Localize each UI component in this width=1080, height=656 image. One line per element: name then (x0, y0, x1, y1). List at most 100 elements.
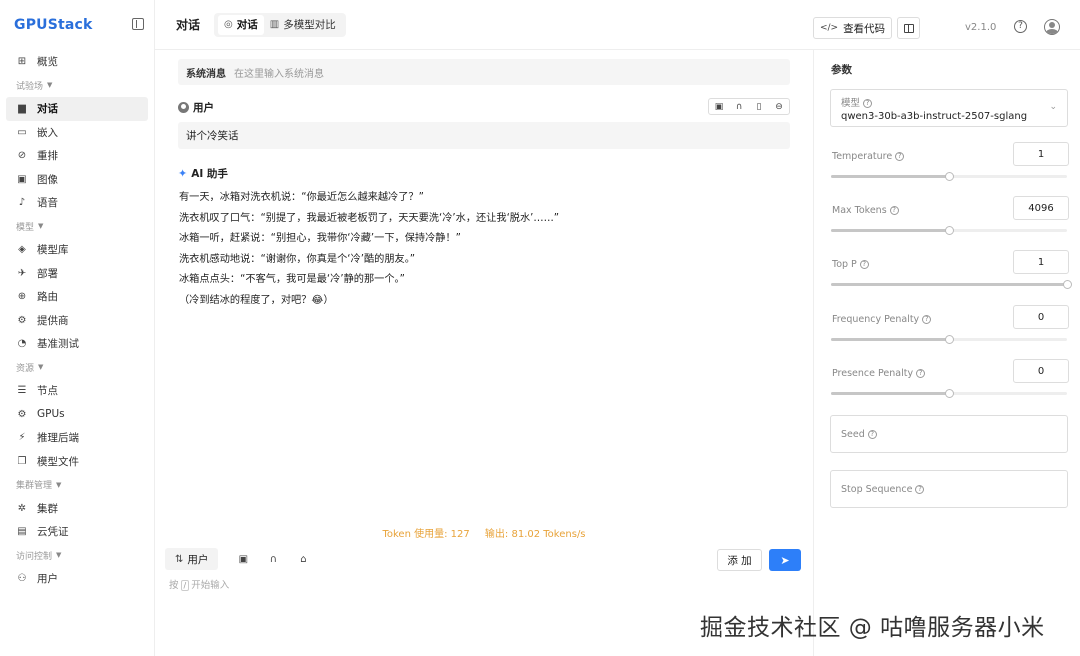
token-usage: Token 使用量: 127 (382, 529, 470, 540)
sidebar-item[interactable]: ⚙ GPUs (6, 403, 148, 427)
slider-thumb[interactable] (945, 389, 954, 398)
inference-backend-icon: ⚡ (18, 432, 26, 444)
toggle-panel-button[interactable] (897, 17, 920, 39)
nav-group-text: 集群管理 (16, 481, 53, 492)
token-speed: 输出: 81.02 Tokens/s (484, 529, 586, 540)
nav-group-label[interactable]: 访问控制 ▼ (6, 544, 148, 568)
caret-down-icon: ▼ (56, 551, 62, 560)
help-icon[interactable]: ? (1014, 20, 1027, 33)
slider-thumb[interactable] (1063, 280, 1072, 289)
speech-icon: ♪ (18, 197, 26, 209)
sidebar-item[interactable]: ▣ 图像 (6, 168, 148, 192)
nav-group-label[interactable]: 试验场 ▼ (6, 74, 148, 98)
tab-chat[interactable]: ◎ 对话 (218, 14, 264, 35)
send-button[interactable]: ➤ (769, 549, 801, 571)
sidebar-item-label: 基准测试 (37, 338, 79, 351)
sidebar-item-label: 用户 (37, 573, 58, 586)
sidebar-item[interactable]: ▆ 对话 (6, 97, 148, 121)
swap-icon: ⇅ (175, 553, 184, 565)
benchmark-icon: ◔ (17, 338, 27, 350)
nav-group-label[interactable]: 资源 ▼ (6, 356, 148, 380)
sidebar-item[interactable]: ❐ 模型文件 (6, 450, 148, 474)
sidebar-item[interactable]: ⚙ 提供商 (6, 309, 148, 333)
assistant-line: 冰箱一听，赶紧说：“别担心，我带你‘冷藏’一下，保持冷静！” (179, 233, 461, 244)
system-message-input[interactable]: 系统消息 在这里输入系统消息 (178, 59, 790, 85)
view-code-label: 查看代码 (843, 22, 886, 35)
sidebar-item[interactable]: ▭ 嵌入 (6, 121, 148, 145)
remove-icon[interactable]: ⊖ (769, 99, 789, 114)
param-slider[interactable] (831, 389, 1067, 398)
page-title: 对话 (176, 18, 201, 32)
slider-thumb[interactable] (945, 172, 954, 181)
mode-tabs: ◎ 对话 ▥ 多模型对比 (214, 12, 346, 37)
watermark: 掘金技术社区 @ 咕噜服务器小米 (700, 615, 1045, 641)
sidebar-collapse-icon[interactable] (132, 18, 144, 30)
image-icon[interactable]: ▣ (709, 99, 729, 114)
sidebar-item[interactable]: ⊕ 路由 (6, 285, 148, 309)
role-switch-button[interactable]: ⇅ 用户 (165, 548, 219, 570)
sidebar-item[interactable]: ☰ 节点 (6, 379, 148, 403)
param-value-input[interactable]: 0 (1013, 359, 1069, 383)
sidebar-item[interactable]: ⚇ 用户 (6, 567, 148, 591)
stop-sequence-input[interactable]: Stop Sequence? (830, 470, 1068, 508)
gpustack-logo[interactable]: GPUStack (14, 17, 93, 33)
sidebar-item[interactable]: ✲ 集群 (6, 497, 148, 521)
param-slider[interactable] (831, 280, 1072, 289)
sidebar-item-label: 提供商 (37, 314, 69, 327)
sidebar-item[interactable]: ✈ 部署 (6, 262, 148, 286)
input-toolbar: ⇅ 用户 ▣ ∩ ⌂ 添 加 ➤ (165, 546, 805, 572)
sidebar-item-label: 模型库 (37, 244, 69, 257)
model-select[interactable]: 模型? qwen3-30b-a3b-instruct-2507-sglang ⌄ (830, 89, 1068, 127)
avatar[interactable] (1044, 19, 1060, 35)
nav-group-label[interactable]: 模型 ▼ (6, 215, 148, 239)
user-role-label: 用户 (193, 101, 214, 114)
message-toolbar: ▣ ∩ ▯ ⊖ (708, 98, 790, 115)
message-input[interactable]: 按 / 开始输入 (169, 577, 229, 591)
slider-thumb[interactable] (945, 226, 954, 235)
sidebar-item[interactable]: ⊞ 概览 (6, 50, 148, 74)
param-value-input[interactable]: 0 (1013, 305, 1069, 329)
view-code-button[interactable]: </> 查看代码 (813, 17, 892, 39)
image-upload-icon[interactable]: ▣ (236, 552, 250, 566)
param-slider[interactable] (831, 226, 1067, 235)
sidebar-item[interactable]: ▤ 云凭证 (6, 520, 148, 544)
add-button[interactable]: 添 加 (717, 549, 762, 571)
param-slider[interactable] (831, 172, 1067, 181)
sidebar-item[interactable]: ♪ 语音 (6, 191, 148, 215)
cluster-icon: ✲ (17, 502, 27, 514)
tab-multi-model-compare[interactable]: ▥ 多模型对比 (264, 15, 342, 35)
panel-icon (903, 23, 914, 33)
stop-sequence-label: Stop Sequence (841, 483, 913, 495)
sidebar-item-label: 重排 (37, 150, 58, 163)
param-value-input[interactable]: 4096 (1013, 196, 1069, 220)
params-panel: 参数 模型? qwen3-30b-a3b-instruct-2507-sglan… (813, 50, 1080, 656)
slider-thumb[interactable] (945, 335, 954, 344)
assistant-message: 有一天，冰箱对洗衣机说：“你最近怎么越来越冷了？” 洗衣机叹了口气：“别提了，我… (179, 188, 779, 311)
headphones-icon[interactable]: ∩ (729, 99, 749, 114)
document-icon[interactable]: ▯ (749, 99, 769, 114)
sidebar-item-label: 推理后端 (37, 432, 79, 445)
sidebar-nav: ⊞ 概览 试验场 ▼ ▆ 对话 ▭ 嵌入 ⊘ 重排 ▣ 图像 ♪ 语音 模型 ▼ ◈ 模型库 ✈ 部署 ⊕ 路由 ⚙ 提供商 ◔… (0, 50, 154, 591)
user-icon: ⚇ (17, 573, 27, 585)
sidebar-item[interactable]: ◔ 基准测试 (6, 332, 148, 356)
user-message[interactable]: 讲个冷笑话 (178, 122, 790, 149)
clear-icon[interactable]: ⌂ (296, 552, 310, 566)
seed-input[interactable]: Seed? (830, 415, 1068, 453)
param-value-input[interactable]: 1 (1013, 142, 1069, 166)
assistant-line: 冰箱点点头：“不客气，我可是最‘冷’静的那一个。” (179, 274, 405, 285)
placeholder-text: 开始输入 (191, 580, 230, 591)
embedding-icon: ▭ (17, 126, 27, 138)
params-title: 参数 (831, 64, 852, 76)
nav-group-text: 模型 (16, 222, 35, 233)
sidebar-item[interactable]: ◈ 模型库 (6, 238, 148, 262)
help-icon: ? (922, 315, 932, 324)
rerank-icon: ⊘ (17, 150, 27, 162)
sidebar-item[interactable]: ⚡ 推理后端 (6, 426, 148, 450)
nav-group-label[interactable]: 集群管理 ▼ (6, 473, 148, 497)
audio-upload-icon[interactable]: ∩ (266, 552, 280, 566)
sidebar-item[interactable]: ⊘ 重排 (6, 144, 148, 168)
param-label: Temperature? (832, 151, 905, 162)
version-label: v2.1.0 (965, 22, 997, 33)
param-value-input[interactable]: 1 (1013, 250, 1069, 274)
param-slider[interactable] (831, 335, 1067, 344)
